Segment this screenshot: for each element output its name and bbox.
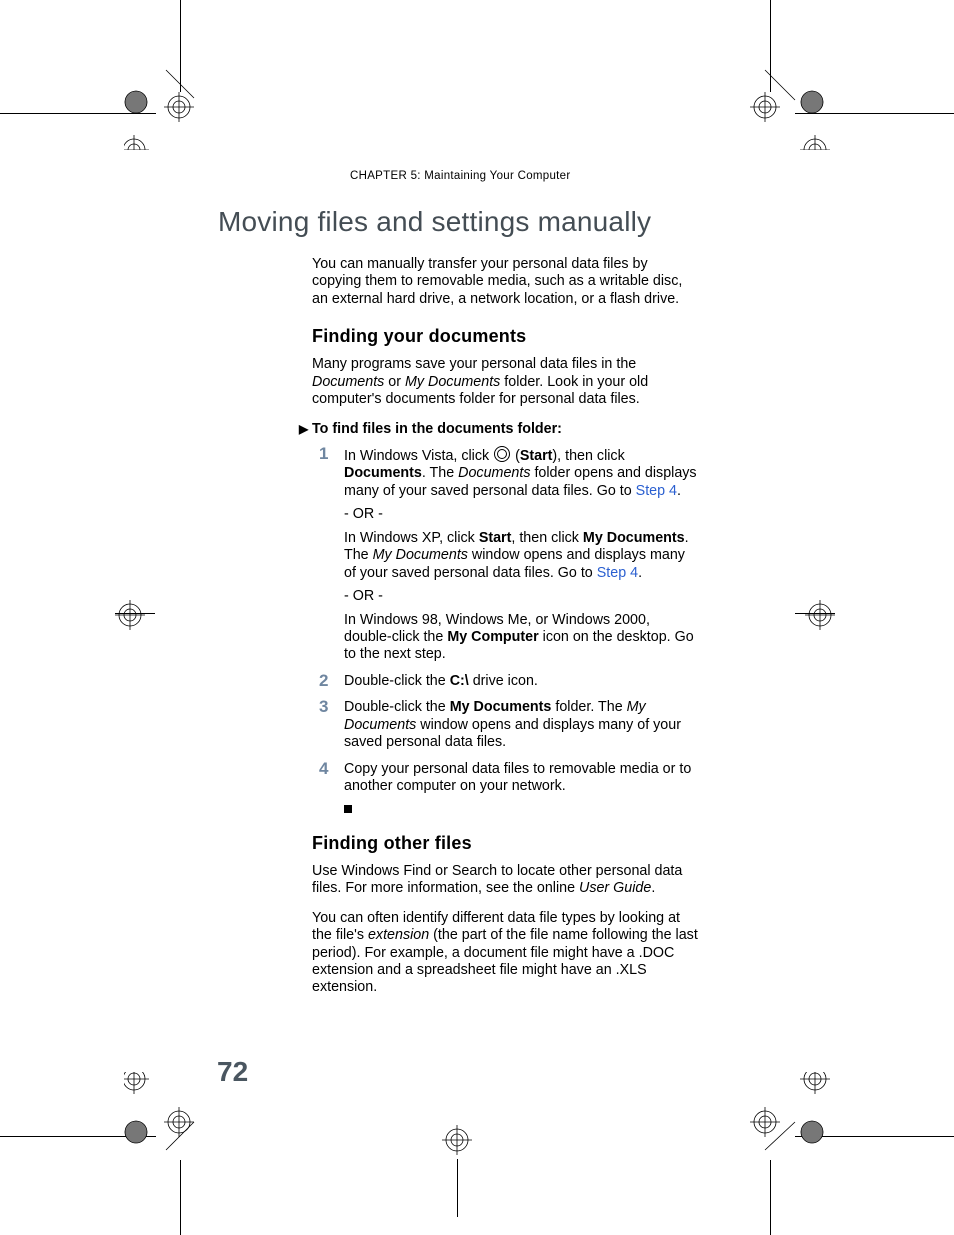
registration-mark-icon — [124, 60, 214, 150]
page: CHAPTER 5: Maintaining Your Computer Mov… — [0, 0, 954, 1235]
step-4: 4 Copy your personal data files to remov… — [314, 761, 698, 819]
registration-mark-icon — [790, 570, 850, 660]
page-title: Moving files and settings manually — [218, 206, 651, 238]
step-number: 4 — [319, 759, 328, 780]
section2-p2: You can often identify different data fi… — [312, 910, 698, 997]
registration-mark-icon — [124, 1072, 214, 1162]
section-heading-finding-other-files: Finding other files — [312, 833, 698, 855]
procedure-heading: ▶ To find files in the documents folder: — [312, 421, 698, 438]
step-number: 1 — [319, 444, 328, 465]
link-step-4[interactable]: Step 4 — [597, 565, 638, 581]
windows-start-orb-icon — [494, 446, 510, 462]
step-2: 2 Double-click the C:\ drive icon. — [314, 673, 698, 690]
section2-p1: Use Windows Find or Search to locate oth… — [312, 863, 698, 898]
step-number: 3 — [319, 697, 328, 718]
page-number: 72 — [217, 1056, 248, 1088]
crop-line — [770, 1160, 771, 1235]
registration-mark-icon — [740, 1072, 830, 1162]
registration-mark-icon — [427, 1110, 487, 1170]
crop-line — [180, 1160, 181, 1235]
section-heading-finding-documents: Finding your documents — [312, 326, 698, 348]
section1-intro: Many programs save your personal data fi… — [312, 356, 698, 408]
chapter-header: CHAPTER 5: Maintaining Your Computer — [350, 170, 571, 182]
chapter-label: CHAPTER — [350, 170, 407, 182]
step-3: 3 Double-click the My Documents folder. … — [314, 699, 698, 751]
registration-mark-icon — [100, 570, 160, 660]
or-separator: - OR - — [344, 506, 698, 523]
chapter-title: Maintaining Your Computer — [424, 170, 570, 182]
procedure-steps: 1 In Windows Vista, click (Start), then … — [314, 446, 698, 819]
intro-paragraph: You can manually transfer your personal … — [312, 256, 698, 308]
content-column: You can manually transfer your personal … — [312, 256, 698, 1009]
or-separator: - OR - — [344, 588, 698, 605]
end-of-procedure-icon — [344, 805, 352, 813]
link-step-4[interactable]: Step 4 — [636, 483, 677, 499]
registration-mark-icon — [740, 60, 830, 150]
step-1: 1 In Windows Vista, click (Start), then … — [314, 446, 698, 664]
step-number: 2 — [319, 671, 328, 692]
triangle-bullet-icon: ▶ — [299, 422, 308, 437]
